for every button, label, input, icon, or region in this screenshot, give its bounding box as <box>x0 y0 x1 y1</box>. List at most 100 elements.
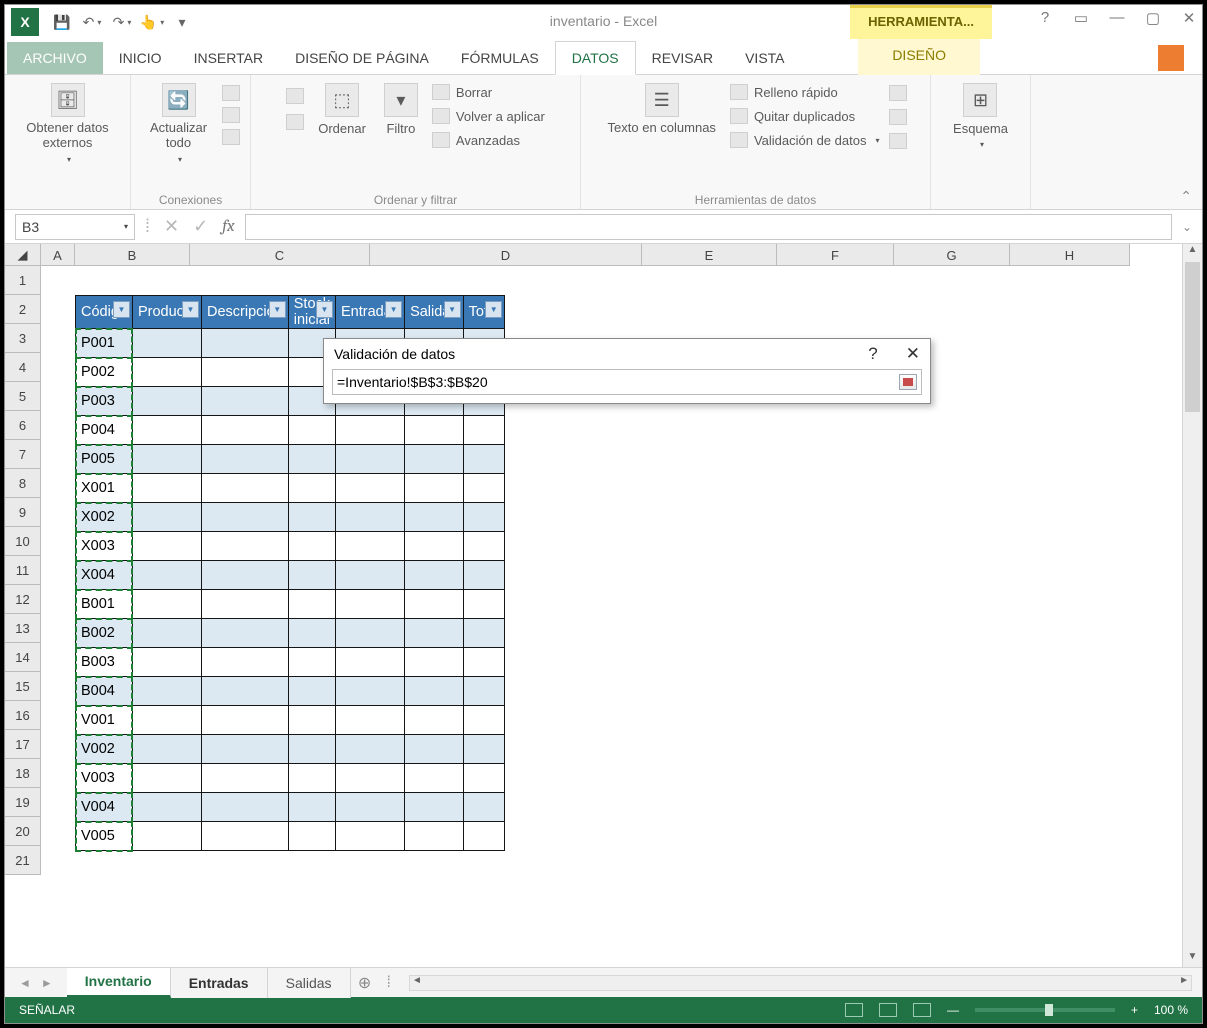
cell[interactable] <box>463 793 505 822</box>
filter-dropdown-icon[interactable]: ▼ <box>182 301 199 318</box>
row-header-12[interactable]: 12 <box>5 585 41 614</box>
cell[interactable] <box>132 474 201 503</box>
cell[interactable] <box>202 416 289 445</box>
vertical-scrollbar[interactable]: ▲ ▼ <box>1182 244 1202 967</box>
cell[interactable] <box>202 706 289 735</box>
cell[interactable] <box>132 822 201 851</box>
cell[interactable] <box>463 416 505 445</box>
cell[interactable] <box>463 822 505 851</box>
cell[interactable] <box>288 590 335 619</box>
cell[interactable] <box>288 793 335 822</box>
cell[interactable] <box>132 503 201 532</box>
table-header-1[interactable]: Producto▼ <box>132 296 201 329</box>
row-header-16[interactable]: 16 <box>5 701 41 730</box>
row-header-4[interactable]: 4 <box>5 353 41 382</box>
cell[interactable] <box>288 532 335 561</box>
cell[interactable] <box>202 619 289 648</box>
cell[interactable] <box>132 764 201 793</box>
tab-splitter-icon[interactable]: ⁞ <box>379 974 399 992</box>
row-header-17[interactable]: 17 <box>5 730 41 759</box>
cell[interactable] <box>405 532 464 561</box>
row-header-18[interactable]: 18 <box>5 759 41 788</box>
cell[interactable] <box>336 648 405 677</box>
touch-icon[interactable]: 👆▾ <box>143 13 161 31</box>
cell[interactable] <box>132 561 201 590</box>
redo-icon[interactable]: ↷▾ <box>113 13 131 31</box>
tab-diseno-tools[interactable]: DISEÑO <box>858 39 980 75</box>
cell[interactable] <box>463 706 505 735</box>
cell[interactable]: V002 <box>76 735 133 764</box>
cell[interactable] <box>405 503 464 532</box>
cell[interactable] <box>288 619 335 648</box>
range-picker-icon[interactable] <box>899 374 917 390</box>
cell[interactable] <box>405 590 464 619</box>
row-header-9[interactable]: 9 <box>5 498 41 527</box>
cell[interactable] <box>202 793 289 822</box>
cell[interactable] <box>336 677 405 706</box>
cell[interactable] <box>336 793 405 822</box>
table-header-0[interactable]: Código▼ <box>76 296 133 329</box>
cell[interactable]: V004 <box>76 793 133 822</box>
formula-input[interactable] <box>245 214 1172 240</box>
actualizar-todo-button[interactable]: 🔄 Actualizar todo ▾ <box>141 81 216 166</box>
validacion-datos-button[interactable]: Validación de datos ▾ <box>730 131 880 149</box>
sheet-next-icon[interactable]: ► <box>41 976 53 990</box>
col-header-B[interactable]: B <box>75 244 190 266</box>
dialog-help-icon[interactable]: ? <box>868 344 877 364</box>
cell[interactable] <box>288 474 335 503</box>
horizontal-scrollbar[interactable] <box>409 975 1192 991</box>
zoom-slider[interactable] <box>975 1008 1115 1012</box>
col-header-A[interactable]: A <box>41 244 75 266</box>
col-header-E[interactable]: E <box>642 244 777 266</box>
cell[interactable] <box>463 503 505 532</box>
tab-archivo[interactable]: ARCHIVO <box>7 42 103 74</box>
edit-links-icon[interactable] <box>222 129 240 145</box>
filter-dropdown-icon[interactable]: ▼ <box>269 301 286 318</box>
sheet-tab-inventario[interactable]: Inventario <box>67 968 171 998</box>
cell[interactable]: X003 <box>76 532 133 561</box>
row-header-6[interactable]: 6 <box>5 411 41 440</box>
col-header-G[interactable]: G <box>894 244 1010 266</box>
borrar-button[interactable]: Borrar <box>432 83 545 101</box>
cell[interactable] <box>202 387 289 416</box>
add-sheet-icon[interactable]: ⊕ <box>351 973 379 993</box>
cell[interactable] <box>463 445 505 474</box>
table-tools-tab[interactable]: HERRAMIENTA... <box>850 5 992 39</box>
cell[interactable] <box>336 416 405 445</box>
cell[interactable] <box>405 561 464 590</box>
tab-revisar[interactable]: REVISAR <box>636 42 729 74</box>
cell[interactable] <box>288 445 335 474</box>
filter-dropdown-icon[interactable]: ▼ <box>316 301 333 318</box>
expand-formula-icon[interactable]: ⌄ <box>1182 220 1192 234</box>
row-header-21[interactable]: 21 <box>5 846 41 875</box>
cell[interactable] <box>405 677 464 706</box>
cell[interactable] <box>405 474 464 503</box>
view-normal-icon[interactable] <box>845 1003 863 1017</box>
filter-dropdown-icon[interactable]: ▼ <box>485 301 502 318</box>
sheet-prev-icon[interactable]: ◄ <box>19 976 31 990</box>
qat-more-icon[interactable]: ▾ <box>173 13 191 31</box>
row-header-11[interactable]: 11 <box>5 556 41 585</box>
cell[interactable]: P003 <box>76 387 133 416</box>
properties-icon[interactable] <box>222 107 240 123</box>
relleno-rapido-button[interactable]: Relleno rápido <box>730 83 880 101</box>
relationships-icon[interactable] <box>889 133 907 149</box>
row-header-20[interactable]: 20 <box>5 817 41 846</box>
cell[interactable] <box>288 764 335 793</box>
tab-formulas[interactable]: FÓRMULAS <box>445 42 555 74</box>
cell[interactable] <box>202 648 289 677</box>
cell[interactable] <box>132 619 201 648</box>
scroll-thumb[interactable] <box>1185 262 1200 412</box>
connections-icon[interactable] <box>222 85 240 101</box>
cell[interactable] <box>336 532 405 561</box>
cell[interactable] <box>405 445 464 474</box>
cell[interactable] <box>336 764 405 793</box>
dialog-titlebar[interactable]: Validación de datos ? ✕ <box>324 339 930 369</box>
row-header-13[interactable]: 13 <box>5 614 41 643</box>
sort-az-button[interactable] <box>286 87 304 105</box>
cell[interactable] <box>288 677 335 706</box>
cancel-icon[interactable]: ✕ <box>164 216 179 237</box>
cell[interactable] <box>405 735 464 764</box>
filtro-button[interactable]: ▾ Filtro <box>380 81 422 138</box>
ordenar-button[interactable]: ⬚ Ordenar <box>314 81 370 138</box>
